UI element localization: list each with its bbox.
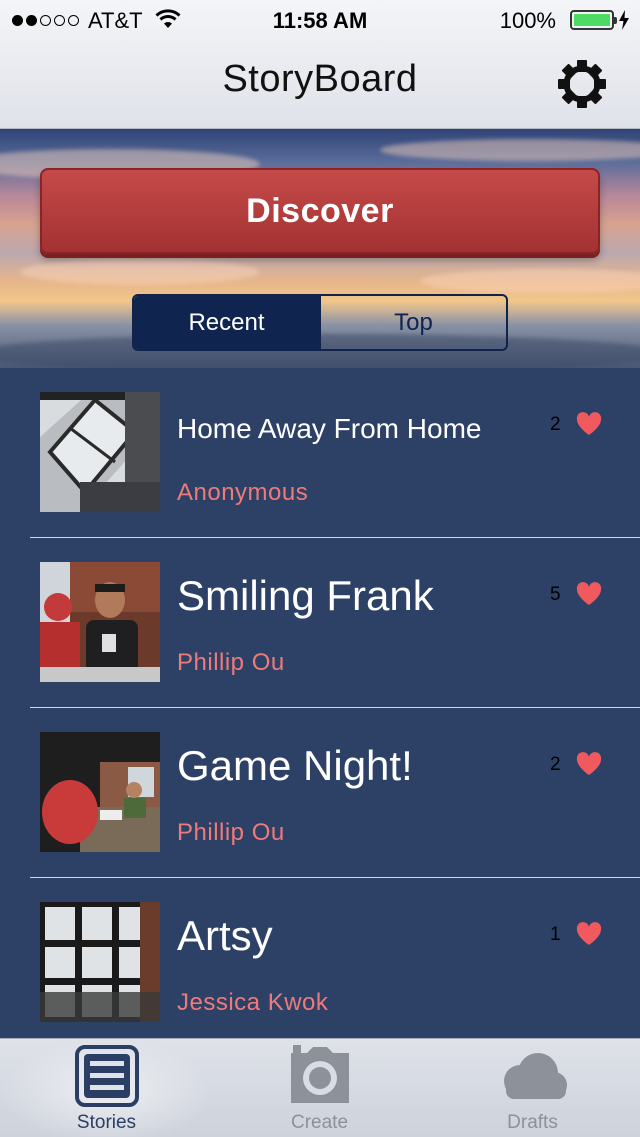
story-row[interactable]: Artsy Jessica Kwok 1 bbox=[0, 878, 640, 1038]
heart-icon[interactable] bbox=[576, 582, 602, 606]
tab-label: Drafts bbox=[507, 1112, 558, 1133]
sky-cloud bbox=[420, 269, 640, 293]
list-icon bbox=[74, 1045, 139, 1107]
gear-icon[interactable] bbox=[556, 58, 608, 110]
cloud-icon bbox=[503, 1053, 567, 1099]
heart-icon[interactable] bbox=[576, 412, 602, 436]
story-thumbnail bbox=[40, 732, 160, 852]
charging-icon bbox=[619, 10, 629, 30]
story-title: Artsy bbox=[177, 912, 273, 959]
sky-cloud bbox=[20, 259, 260, 285]
battery-percentage: 100% bbox=[499, 8, 556, 33]
story-title: Home Away From Home bbox=[177, 413, 482, 444]
story-row[interactable]: Game Night! Phillip Ou 2 bbox=[0, 708, 640, 878]
story-list: Home Away From Home Anonymous 2 Smiling … bbox=[0, 368, 640, 1038]
heart-icon[interactable] bbox=[576, 922, 602, 946]
tab-drafts[interactable]: Drafts bbox=[426, 1039, 639, 1137]
tab-label: Stories bbox=[76, 1112, 137, 1133]
story-row[interactable]: Home Away From Home Anonymous 2 bbox=[0, 368, 640, 538]
story-author: Phillip Ou bbox=[177, 819, 285, 846]
heart-icon[interactable] bbox=[576, 752, 602, 776]
camera-icon bbox=[290, 1045, 349, 1103]
story-author: Phillip Ou bbox=[177, 649, 285, 676]
tab-create[interactable]: Create bbox=[213, 1039, 426, 1137]
story-thumbnail bbox=[40, 902, 160, 1022]
story-thumbnail bbox=[40, 392, 160, 512]
tab-stories[interactable]: Stories bbox=[0, 1039, 213, 1137]
battery-icon bbox=[570, 10, 617, 30]
like-count: 1 bbox=[550, 924, 561, 945]
discover-button[interactable]: Discover bbox=[40, 168, 600, 254]
page-title: StoryBoard bbox=[222, 58, 418, 100]
like-count: 2 bbox=[550, 414, 561, 435]
sky-cloud bbox=[380, 139, 640, 161]
status-bar: AT&T 11:58 AM 100% bbox=[0, 0, 640, 40]
story-author: Jessica Kwok bbox=[177, 989, 329, 1016]
tab-label: Create bbox=[290, 1112, 349, 1133]
story-title: Smiling Frank bbox=[177, 572, 434, 619]
recent-top-segmented-control: Recent Top bbox=[132, 294, 508, 351]
navigation-bar: AT&T 11:58 AM 100% StoryBoard bbox=[0, 0, 640, 129]
story-author: Anonymous bbox=[177, 479, 309, 506]
story-row[interactable]: Smiling Frank Phillip Ou 5 bbox=[0, 538, 640, 708]
hero-banner: Discover Recent Top bbox=[0, 129, 640, 368]
story-title: Game Night! bbox=[177, 742, 413, 789]
story-thumbnail bbox=[40, 562, 160, 682]
like-count: 2 bbox=[550, 754, 561, 775]
segment-top[interactable]: Top bbox=[319, 296, 506, 349]
tab-bar: Stories Create Drafts bbox=[0, 1038, 640, 1137]
segment-recent[interactable]: Recent bbox=[134, 296, 319, 349]
like-count: 5 bbox=[550, 584, 561, 605]
